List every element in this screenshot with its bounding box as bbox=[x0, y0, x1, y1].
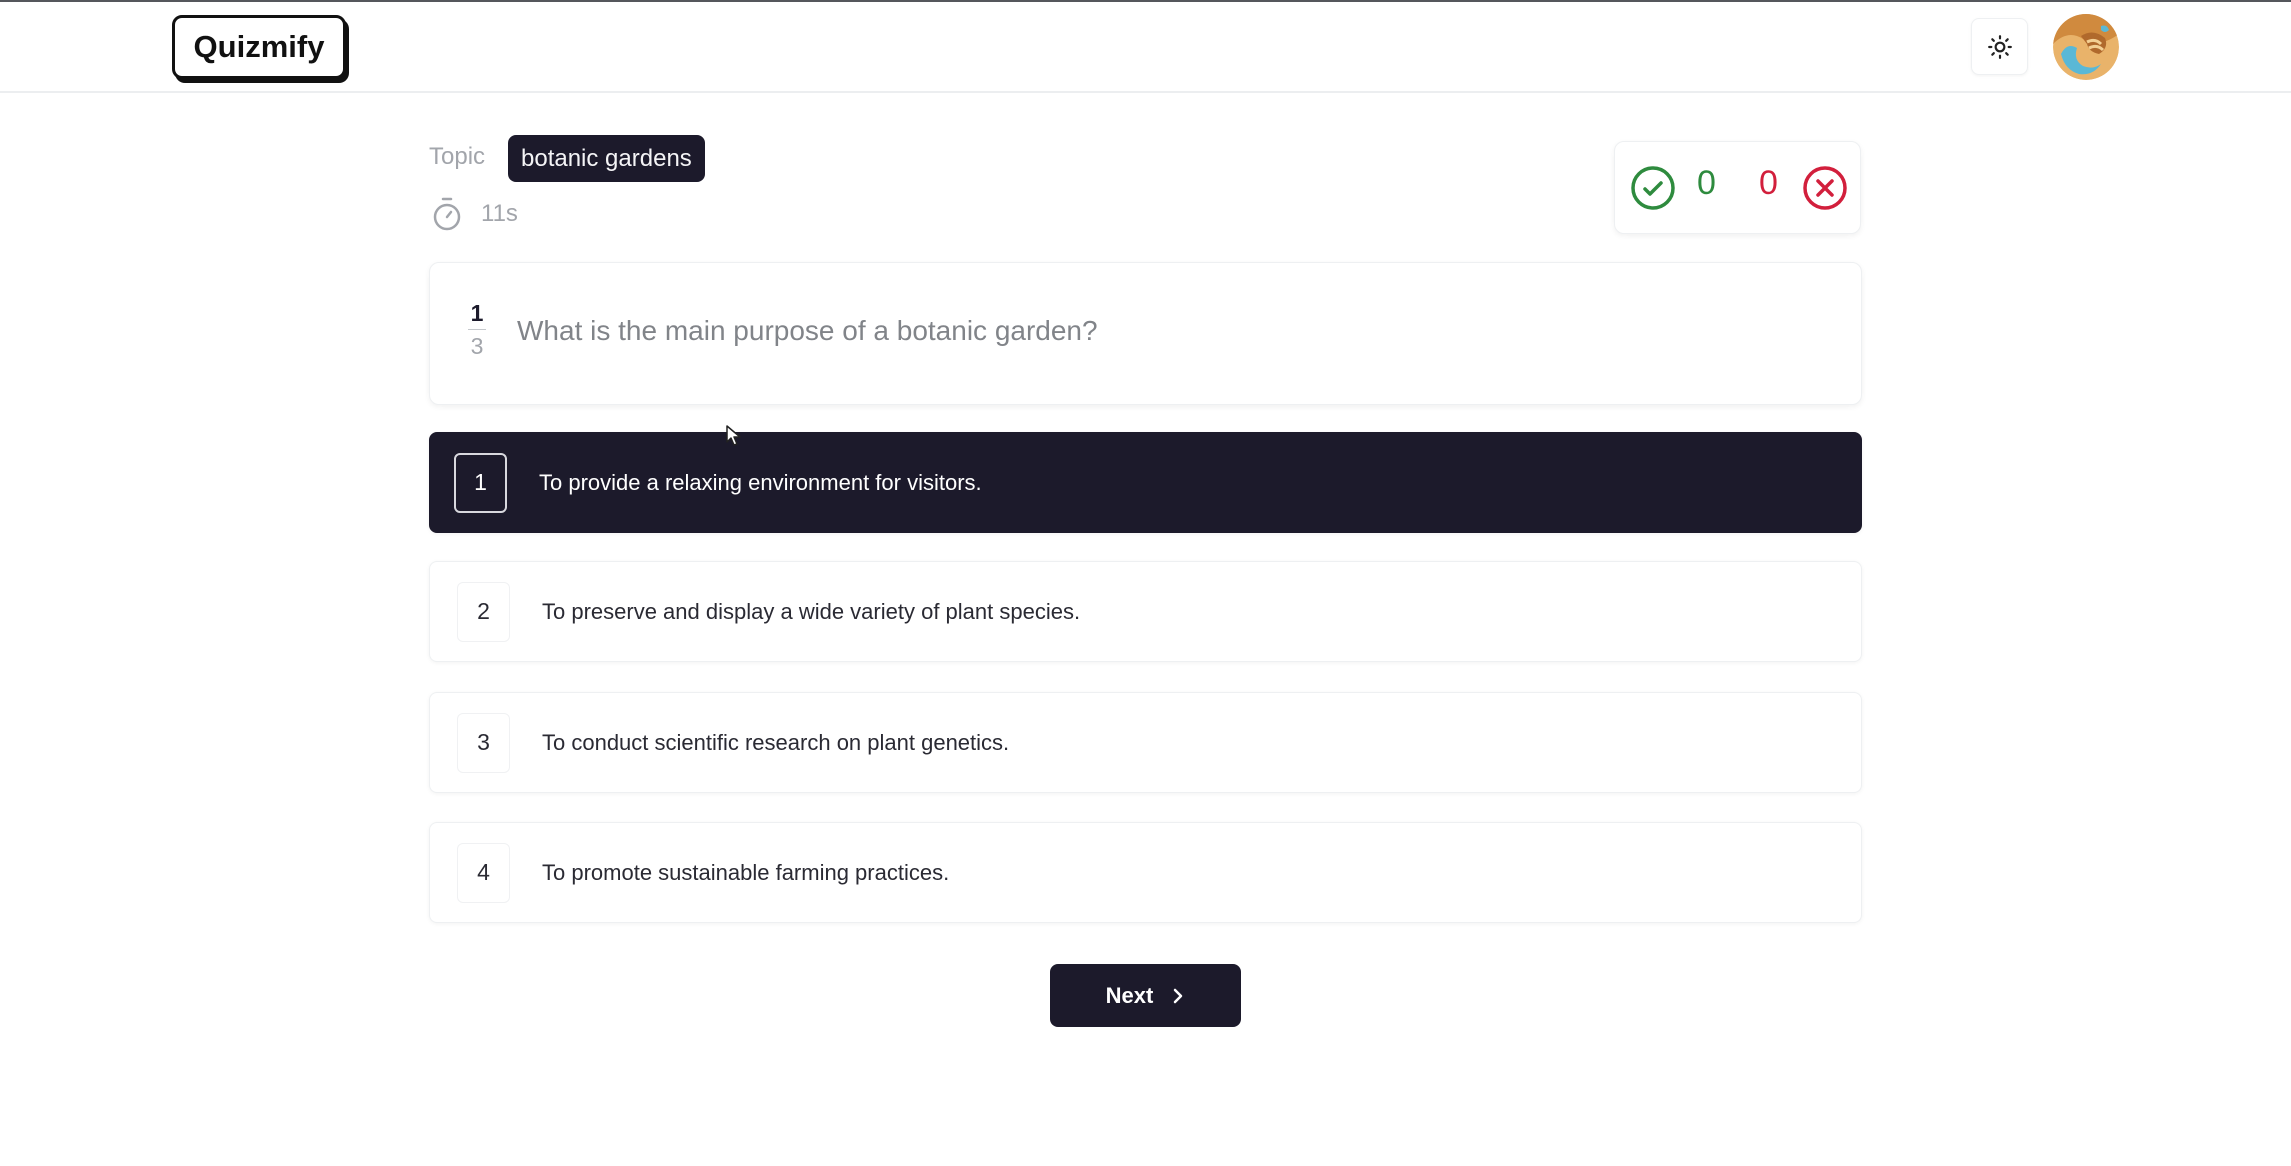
question-current: 1 bbox=[470, 300, 484, 326]
wrong-count: 0 bbox=[1759, 164, 1778, 202]
answer-option-2[interactable]: 2 To preserve and display a wide variety… bbox=[429, 561, 1862, 662]
question-card: 1 3 What is the main purpose of a botani… bbox=[429, 262, 1862, 405]
option-text: To preserve and display a wide variety o… bbox=[542, 598, 1081, 624]
topic-badge: botanic gardens bbox=[508, 135, 705, 182]
option-number: 2 bbox=[457, 581, 510, 642]
logo[interactable]: Quizmify bbox=[172, 15, 346, 79]
question-total: 3 bbox=[470, 333, 484, 359]
next-label: Next bbox=[1105, 982, 1154, 1008]
app-header: Quizmify bbox=[0, 2, 2291, 93]
timer-icon bbox=[433, 197, 461, 231]
option-number: 1 bbox=[454, 452, 507, 513]
answer-option-3[interactable]: 3 To conduct scientific research on plan… bbox=[429, 692, 1862, 793]
score-card: 0 0 bbox=[1614, 141, 1861, 234]
user-avatar[interactable] bbox=[2053, 14, 2119, 80]
topic-label: Topic bbox=[429, 143, 486, 170]
elapsed-time: 11s bbox=[481, 200, 518, 227]
answer-option-4[interactable]: 4 To promote sustainable farming practic… bbox=[429, 822, 1862, 923]
sun-icon bbox=[1987, 34, 2012, 59]
timer: 11s bbox=[431, 196, 518, 232]
option-number: 4 bbox=[457, 842, 510, 903]
question-progress: 1 3 bbox=[468, 299, 486, 360]
answer-option-1[interactable]: 1 To provide a relaxing environment for … bbox=[429, 432, 1862, 533]
avatar-image-icon bbox=[2053, 14, 2119, 80]
option-number: 3 bbox=[457, 712, 510, 773]
question-text: What is the main purpose of a botanic ga… bbox=[517, 315, 1098, 346]
check-circle-icon bbox=[1631, 166, 1675, 210]
fraction-divider bbox=[468, 329, 486, 330]
correct-count: 0 bbox=[1697, 164, 1716, 202]
mouse-cursor-icon bbox=[726, 425, 741, 446]
next-button[interactable]: Next bbox=[1050, 964, 1241, 1027]
x-circle-icon bbox=[1803, 166, 1847, 210]
chevron-right-icon bbox=[1174, 988, 1183, 1003]
option-text: To promote sustainable farming practices… bbox=[542, 859, 950, 885]
option-text: To conduct scientific research on plant … bbox=[542, 729, 1010, 755]
option-text: To provide a relaxing environment for vi… bbox=[539, 469, 982, 495]
theme-toggle-button[interactable] bbox=[1971, 18, 2028, 75]
